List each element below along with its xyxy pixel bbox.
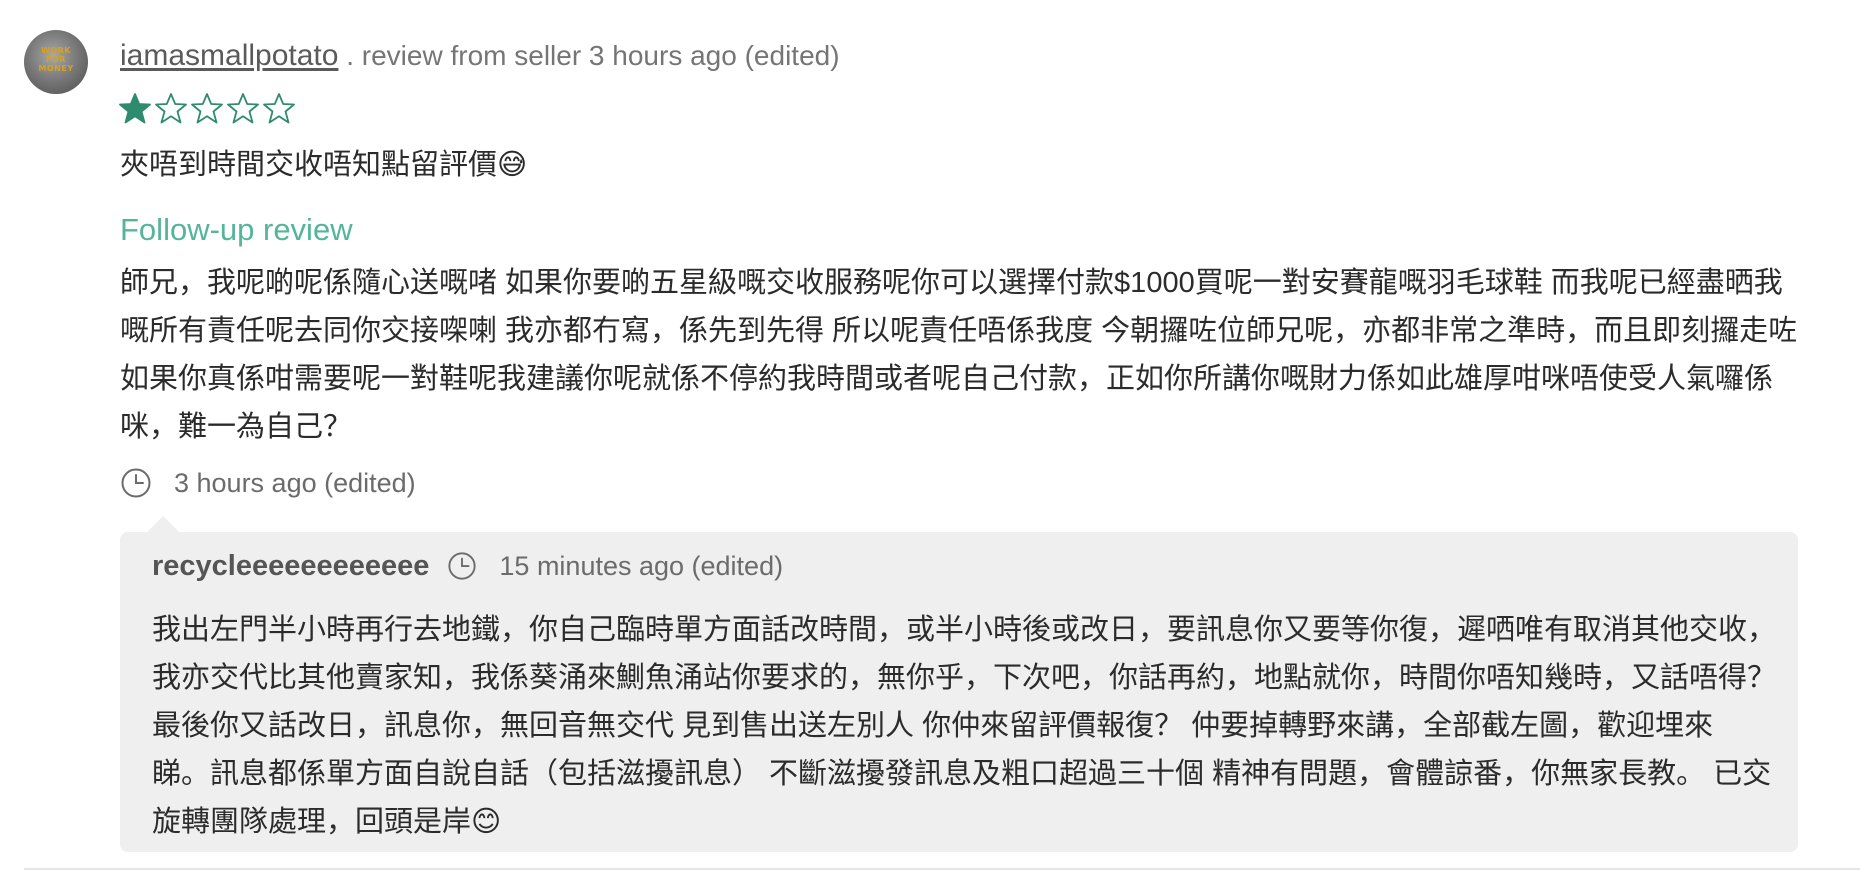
review-meta: . review from seller 3 hours ago (edited… bbox=[338, 40, 840, 71]
star-rating bbox=[118, 92, 296, 130]
reply-username[interactable]: recycleeeeeeeeeeee bbox=[152, 550, 429, 583]
reply-text: 我出左門半小時再行去地鐵，你自己臨時單方面話改時間，或半小時後或改日，要訊息你又… bbox=[152, 614, 1777, 838]
review-text: 夾唔到時間交收唔知點留評價😅 bbox=[120, 149, 528, 181]
followup-review-text: 師兄，我呢啲呢係隨心送嘅啫 如果你要啲五星級嘅交收服務呢你可以選擇付款$1000… bbox=[120, 267, 1798, 443]
divider bbox=[24, 868, 1860, 870]
star-empty-icon bbox=[190, 92, 224, 126]
review-item: WORK FOR MONEY iamasmallpotato . review fr… bbox=[0, 0, 1860, 872]
review-header: iamasmallpotato . review from seller 3 h… bbox=[120, 36, 840, 76]
star-filled-icon bbox=[118, 92, 152, 126]
reviewer-username-link[interactable]: iamasmallpotato bbox=[120, 39, 338, 72]
clock-icon bbox=[447, 551, 477, 581]
clock-icon bbox=[120, 467, 152, 499]
avatar[interactable]: WORK FOR MONEY bbox=[24, 30, 88, 94]
star-empty-icon bbox=[154, 92, 188, 126]
avatar-logo-text: WORK FOR MONEY bbox=[38, 46, 74, 73]
seller-reply: recycleeeeeeeeeeee 15 minutes ago (edite… bbox=[120, 532, 1798, 852]
reply-pointer bbox=[147, 516, 179, 532]
reply-time: 15 minutes ago (edited) bbox=[499, 550, 784, 581]
followup-time-text: 3 hours ago (edited) bbox=[174, 467, 416, 498]
reply-header: recycleeeeeeeeeeee 15 minutes ago (edite… bbox=[152, 546, 783, 586]
followup-review-title: Follow-up review bbox=[120, 212, 353, 247]
followup-timestamp: 3 hours ago (edited) bbox=[120, 463, 416, 503]
star-empty-icon bbox=[226, 92, 260, 126]
star-empty-icon bbox=[262, 92, 296, 126]
